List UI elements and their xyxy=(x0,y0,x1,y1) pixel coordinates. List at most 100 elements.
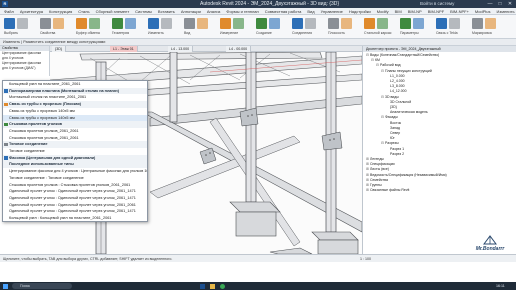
revit-taskbar-icon[interactable] xyxy=(200,283,205,289)
menu-item[interactable]: Файл xyxy=(4,9,14,14)
revit-logo-icon[interactable]: R xyxy=(2,1,8,7)
dropdown-option[interactable]: Связь из трубы с прорезью 140x5 мм xyxy=(3,108,147,115)
properties-row[interactable]: для 4 уголков (ДИАГ) xyxy=(0,66,49,71)
tree-item-label: Ведомость/Спецификация (Независимый/Имя) xyxy=(370,172,447,177)
geometry-icon[interactable] xyxy=(112,18,123,29)
ribbon-button[interactable] xyxy=(197,18,208,29)
dropdown-option[interactable]: Одиночный пролет уголок : Одиночный прол… xyxy=(3,202,147,209)
steel-frame-icon[interactable] xyxy=(364,18,375,29)
dropdown-group-header[interactable]: Последние использованные типы xyxy=(3,161,147,168)
ribbon-button[interactable] xyxy=(449,18,460,29)
dropdown-option[interactable]: Кольцевой узел на пластине_2061_2061 xyxy=(3,81,147,88)
menu-item[interactable]: Архитектура xyxy=(20,9,43,14)
menu-item[interactable]: Совместная работа xyxy=(265,9,302,14)
ribbon-button[interactable] xyxy=(341,18,352,29)
explorer-taskbar-icon[interactable] xyxy=(210,283,215,289)
menu-item[interactable]: Формы и генплан xyxy=(226,9,258,14)
menu-item[interactable]: BIM-NP xyxy=(408,9,422,14)
create-icon[interactable] xyxy=(256,18,267,29)
ribbon-group-label: Маркировка xyxy=(472,31,492,35)
menu-item[interactable]: Сталь xyxy=(78,9,89,14)
dropdown-group-header[interactable]: Полноразмерная пластина (Монтажный столи… xyxy=(3,87,147,95)
menu-item[interactable]: ModPlus xyxy=(475,9,491,14)
menu-item[interactable]: BIM xyxy=(395,9,402,14)
tag-icon[interactable] xyxy=(472,18,483,29)
tree-item-label: Разрез 1 xyxy=(390,146,405,151)
measure-icon[interactable] xyxy=(220,18,231,29)
dropdown-option[interactable]: Стыковка пролетов уголков : Стыковка про… xyxy=(3,182,147,189)
browser-taskbar-icon[interactable] xyxy=(220,283,225,289)
select-icon[interactable] xyxy=(4,18,15,29)
taskbar-search-input[interactable]: Поиск xyxy=(12,283,72,289)
watermark-text: Mr.Bondarrr xyxy=(475,246,505,252)
dropdown-option[interactable]: Одиночный пролет уголок : Одиночный прол… xyxy=(3,188,147,195)
ribbon-button[interactable] xyxy=(413,18,424,29)
ribbon-button[interactable] xyxy=(269,18,280,29)
dropdown-option[interactable]: Кольцевой узел : Кольцевой узел на пласт… xyxy=(3,215,147,221)
clipboard-icon[interactable] xyxy=(76,18,87,29)
dropdown-option-label: Монтажный столик на пластине_2061_2061 xyxy=(9,95,87,100)
ribbon-button[interactable] xyxy=(17,18,28,29)
properties-icon[interactable] xyxy=(40,18,51,29)
connection-family-icon xyxy=(4,102,8,107)
menu-item[interactable]: Аннотации xyxy=(181,9,201,14)
menu-item[interactable]: Вставить xyxy=(158,9,175,14)
menu-item[interactable]: Изменить xyxy=(496,9,514,14)
dropdown-option[interactable]: Тяговое соединение : Тяговое соединение xyxy=(3,175,147,182)
menu-item[interactable]: Конструкция xyxy=(49,9,72,14)
dropdown-option[interactable]: Центрирование фасонки для 4 уголков : Це… xyxy=(3,168,147,175)
tekla-link-icon[interactable] xyxy=(436,18,447,29)
tree-item-label: Легенды xyxy=(370,157,384,161)
ribbon-button[interactable] xyxy=(125,18,136,29)
ribbon-button[interactable] xyxy=(305,18,316,29)
menu-item[interactable]: Modify xyxy=(377,9,389,14)
dropdown-group-header[interactable]: Фасонка (Центральная для одной диагонали… xyxy=(3,154,147,162)
close-button[interactable]: ✕ xyxy=(505,0,515,8)
modify-icon[interactable] xyxy=(148,18,159,29)
connection-icon[interactable] xyxy=(292,18,303,29)
dropdown-option-label: Стыковка пролетов уголков xyxy=(9,122,62,127)
dropdown-option[interactable]: Стыковка пролетов уголков_2061_2061 xyxy=(3,135,147,142)
tree-item-label: Север xyxy=(390,131,401,135)
ribbon-group-label: Стальной каркас xyxy=(364,31,392,35)
menu-item[interactable]: BIM-NPF xyxy=(428,9,444,14)
menu-item[interactable]: Управление xyxy=(321,9,343,14)
dropdown-option[interactable]: Стыковка пролетов уголков_2061_2061 xyxy=(3,128,147,135)
connection-family-icon xyxy=(4,122,8,127)
minimize-button[interactable]: — xyxy=(485,0,495,8)
menu-item[interactable]: Надстройки xyxy=(349,9,371,14)
dropdown-option[interactable]: Связь из трубы с прорезью 140x5 мм xyxy=(3,114,147,121)
tree-item[interactable]: Разрез 2 xyxy=(386,152,404,157)
menu-item[interactable]: Сборный элемент xyxy=(96,9,130,14)
parameters-icon[interactable] xyxy=(400,18,411,29)
maximize-button[interactable]: □ xyxy=(495,0,505,8)
dropdown-option-label: Кольцевой узел : Кольцевой узел на пласт… xyxy=(9,216,112,220)
menu-item[interactable]: Вид xyxy=(307,9,314,14)
dropdown-group-header[interactable]: Связь из трубы с прорезью (Плоская) xyxy=(3,101,147,108)
dropdown-option[interactable]: Одиночный пролет уголок : Одиночный прол… xyxy=(3,195,147,202)
connection-type-dropdown[interactable]: Кольцевой узел на пластине_2061_2061 Полн… xyxy=(2,80,148,222)
dropdown-group-header[interactable]: Стыковка пролетов уголков xyxy=(3,121,147,128)
windows-start-icon[interactable] xyxy=(3,283,8,289)
ribbon-group-label: Геометрия xyxy=(112,31,130,35)
menu-item[interactable]: Системы xyxy=(135,9,152,14)
dropdown-option[interactable]: Тяговое соединение xyxy=(3,148,147,155)
ribbon-button[interactable] xyxy=(161,18,172,29)
user-sign-in[interactable]: Войти в систему xyxy=(420,0,454,8)
dropdown-option[interactable]: Одиночный пролет уголок : Одиночный прол… xyxy=(3,208,147,215)
tree-item-label: Виды (Конечная/Стандартный/Семейство) xyxy=(370,53,440,57)
tree-item[interactable]: ⊞Связанные файлы Revit xyxy=(366,188,409,193)
menu-item[interactable]: Анализ xyxy=(207,9,221,14)
view-icon[interactable] xyxy=(184,18,195,29)
dropdown-option[interactable]: Монтажный столик на пластине_2061_2061 xyxy=(3,94,147,101)
ribbon-button[interactable] xyxy=(485,18,496,29)
ribbon-button[interactable] xyxy=(233,18,244,29)
workplane-icon[interactable] xyxy=(328,18,339,29)
dropdown-option-label: Фасонка (Центральная для одной диагонали… xyxy=(9,155,96,160)
ribbon-button[interactable] xyxy=(53,18,64,29)
tree-item-label: 3D виды xyxy=(385,94,399,99)
menu-item[interactable]: BIM-NPF+ xyxy=(450,9,469,14)
ribbon-button[interactable] xyxy=(377,18,388,29)
ribbon-button[interactable] xyxy=(89,18,100,29)
dropdown-group-header[interactable]: Тяговое соединение xyxy=(3,141,147,148)
